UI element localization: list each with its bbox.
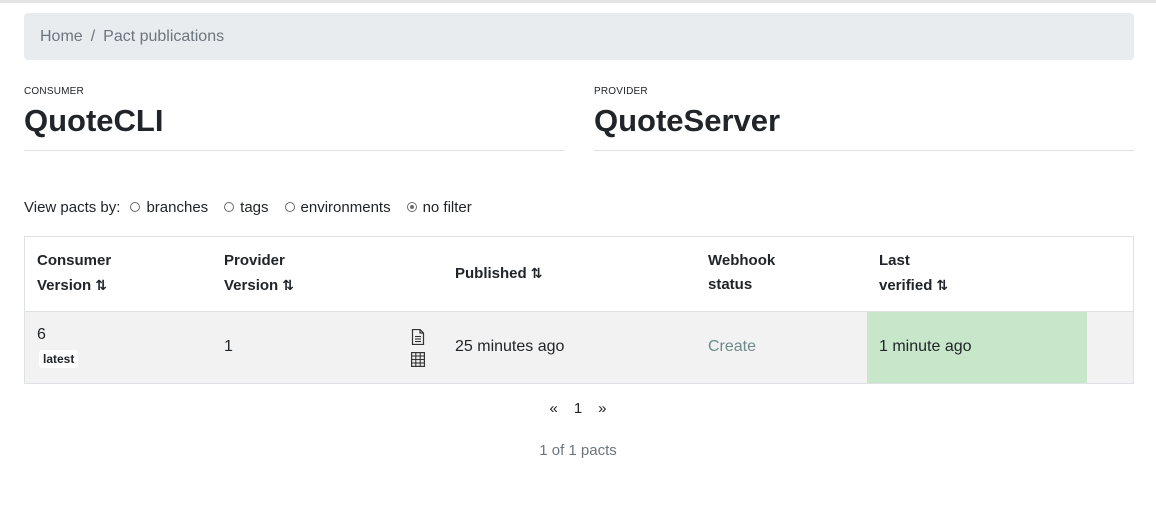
last-verified-value: 1 minute ago — [879, 338, 972, 355]
filter-option-branches[interactable]: branches — [130, 199, 208, 216]
pagination-page-1[interactable]: 1 — [574, 400, 582, 417]
published-value: 25 minutes ago — [455, 338, 565, 355]
tags-radio[interactable] — [224, 202, 235, 212]
header-provider-version-line1: Provider — [224, 252, 285, 269]
header-last-verified[interactable]: Last verified ⇅ — [879, 249, 948, 298]
breadcrumb-separator: / — [90, 27, 96, 45]
header-last-verified-line1: Last — [879, 252, 910, 269]
sort-icon[interactable]: ⇅ — [531, 265, 543, 281]
header-provider-version-line2: Version — [224, 277, 279, 294]
header-published[interactable]: Published ⇅ — [455, 261, 542, 286]
table-header: Consumer Version ⇅ Provider Version ⇅ Publ… — [25, 237, 1133, 313]
latest-badge: latest — [39, 350, 79, 368]
no-filter-label: no filter — [422, 198, 472, 216]
provider-section: PROVIDER QuoteServer — [594, 86, 1134, 151]
pagination-next[interactable]: » — [598, 400, 606, 417]
breadcrumb-current: Pact publications — [103, 27, 225, 45]
header-consumer-version-line2: Version — [37, 277, 92, 294]
pagination: « 1 » — [0, 400, 1156, 417]
breadcrumb: Home / Pact publications — [24, 13, 1134, 60]
provider-name: QuoteServer — [594, 103, 781, 138]
consumer-name: QuoteCLI — [24, 103, 164, 138]
top-border — [0, 0, 1156, 3]
header-webhook-line1: Webhook — [708, 252, 776, 269]
header-last-verified-line2: verified — [879, 277, 933, 294]
consumer-role-label: CONSUMER — [24, 86, 84, 97]
consumer-version-value[interactable]: 6 — [37, 326, 46, 344]
provider-role-label: PROVIDER — [594, 86, 648, 97]
provider-version-value[interactable]: 1 — [224, 338, 233, 356]
pagination-prev[interactable]: « — [549, 400, 557, 417]
filter-option-tags[interactable]: tags — [224, 198, 269, 216]
header-published-label: Published — [455, 265, 527, 282]
last-verified-cell: 1 minute ago — [867, 312, 1087, 383]
header-provider-version[interactable]: Provider Version ⇅ — [224, 249, 294, 298]
environments-radio[interactable] — [284, 202, 295, 212]
view-pact-matrix-icon[interactable] — [411, 352, 425, 367]
branches-radio[interactable] — [130, 202, 141, 212]
breadcrumb-home-link[interactable]: Home — [40, 28, 83, 46]
environments-label: environments — [300, 198, 391, 216]
filter-label: View pacts by: — [24, 198, 121, 216]
pact-publications-table: Consumer Version ⇅ Provider Version ⇅ Publ… — [24, 236, 1134, 384]
consumer-section: CONSUMER QuoteCLI — [24, 86, 564, 151]
no-filter-radio[interactable] — [406, 202, 417, 212]
view-pact-document-icon[interactable] — [411, 329, 425, 345]
sort-icon[interactable]: ⇅ — [282, 277, 294, 293]
pacts-count: 1 of 1 pacts — [539, 442, 617, 459]
filter-option-environments[interactable]: environments — [284, 198, 391, 216]
branches-label: branches — [146, 198, 209, 216]
view-pacts-filter: View pacts by: branches tags environment… — [24, 196, 488, 218]
header-webhook-status: Webhook status — [708, 249, 775, 297]
tags-label: tags — [240, 198, 269, 216]
sort-icon[interactable]: ⇅ — [936, 277, 948, 293]
header-consumer-version-line1: Consumer — [37, 252, 112, 269]
table-row: 6 latest 1 25 minutes ago Create 1 minut… — [25, 312, 1133, 383]
webhook-create-link[interactable]: Create — [708, 338, 756, 356]
sort-icon[interactable]: ⇅ — [95, 277, 107, 293]
header-webhook-line2: status — [708, 276, 753, 293]
header-consumer-version[interactable]: Consumer Version ⇅ — [37, 249, 111, 298]
filter-option-no-filter[interactable]: no filter — [406, 198, 472, 216]
